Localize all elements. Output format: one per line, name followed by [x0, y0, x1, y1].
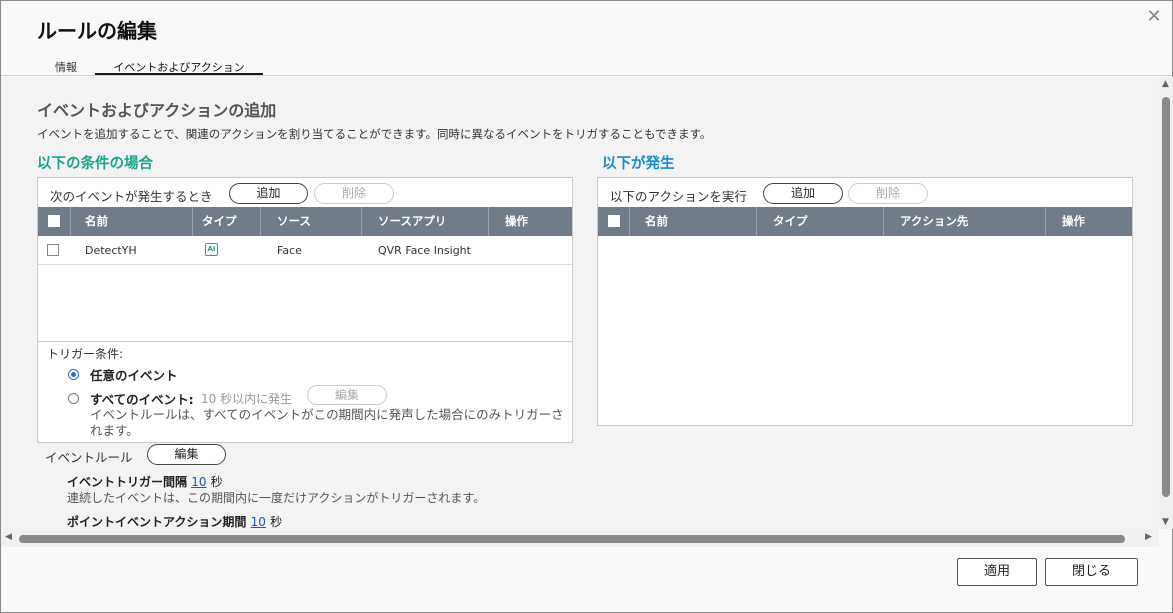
horizontal-scrollbar[interactable]: ◀ ▶: [1, 529, 1159, 547]
interval-value-link[interactable]: 10: [191, 475, 206, 489]
select-all-checkbox[interactable]: [48, 215, 60, 227]
actions-heading: 以下が発生: [602, 156, 675, 172]
column-operation: 操作: [505, 214, 528, 228]
interval-description: 連続したイベントは、この期間内に一度だけアクションがトリガーされます。: [67, 491, 486, 505]
tab-bar: 情報 イベントおよびアクション: [1, 57, 1172, 76]
actions-toolbar-label: 以下のアクションを実行: [610, 189, 747, 204]
any-event-radio[interactable]: [68, 369, 79, 380]
point-event-action-period: ポイントイベントアクション期間 10 秒: [67, 513, 282, 529]
point-value-link[interactable]: 10: [251, 515, 266, 529]
conditions-heading: 以下の条件の場合: [37, 156, 153, 172]
point-label: ポイントイベントアクション期間: [67, 515, 247, 529]
tab-info[interactable]: 情報: [55, 59, 77, 75]
column-source-app[interactable]: ソースアプリ: [362, 207, 489, 236]
interval-label: イベントトリガー間隔: [67, 475, 188, 489]
scroll-up-icon[interactable]: ▲: [1162, 79, 1169, 89]
content-area: イベントおよびアクションの追加 イベントを追加することで、関連のアクションを割り…: [1, 77, 1159, 529]
apply-button[interactable]: 適用: [957, 558, 1037, 586]
ai-type-icon: AI: [205, 243, 218, 256]
column-action-target[interactable]: アクション先: [884, 207, 1046, 236]
row-name: DetectYH: [85, 244, 137, 257]
delete-action-button[interactable]: 削除: [848, 183, 928, 204]
scroll-down-icon[interactable]: ▼: [1162, 517, 1169, 527]
column-action-name[interactable]: 名前: [630, 207, 757, 236]
horizontal-scroll-thumb[interactable]: [19, 535, 1125, 543]
all-events-label[interactable]: すべてのイベント:: [90, 389, 194, 408]
trigger-conditions: トリガー条件: 任意のイベント すべてのイベント: 10 秒以内に発生 編集 イ…: [38, 341, 572, 442]
conditions-table-header: 名前 タイプ ソース ソースアプリ 操作: [38, 207, 572, 236]
row-checkbox[interactable]: [47, 244, 59, 256]
actions-table-header: 名前 タイプ アクション先 操作: [598, 207, 1132, 236]
table-row[interactable]: DetectYH AI Face QVR Face Insight: [38, 236, 572, 265]
column-type[interactable]: タイプ: [193, 207, 261, 236]
conditions-toolbar-label: 次のイベントが発生するとき: [50, 189, 213, 204]
conditions-panel: 次のイベントが発生するとき 追加 削除 名前 タイプ ソース ソースアプリ 操作…: [37, 177, 573, 443]
event-trigger-interval: イベントトリガー間隔 10 秒: [67, 473, 223, 490]
close-button[interactable]: 閉じる: [1045, 558, 1138, 586]
scroll-left-icon[interactable]: ◀: [5, 532, 12, 542]
edit-rule-dialog: ルールの編集 ✕ 情報 イベントおよびアクション イベントおよびアクションの追加…: [0, 0, 1173, 613]
delete-event-button[interactable]: 削除: [314, 183, 394, 204]
column-source[interactable]: ソース: [261, 207, 362, 236]
add-event-button[interactable]: 追加: [229, 183, 308, 204]
all-events-hint: 10 秒以内に発生: [201, 392, 293, 406]
section-description: イベントを追加することで、関連のアクションを割り当てることができます。同時に異な…: [37, 127, 712, 141]
edit-trigger-button[interactable]: 編集: [307, 385, 387, 405]
column-action-type[interactable]: タイプ: [757, 207, 884, 236]
edit-event-rule-button[interactable]: 編集: [147, 444, 226, 465]
dialog-title: ルールの編集: [37, 19, 157, 43]
event-rule-label: イベントルール: [45, 450, 133, 465]
row-source-app: QVR Face Insight: [378, 244, 471, 257]
section-heading: イベントおよびアクションの追加: [37, 101, 277, 120]
column-action-operation: 操作: [1062, 214, 1085, 228]
vertical-scrollbar[interactable]: ▲ ▼: [1159, 77, 1173, 529]
actions-panel: 以下のアクションを実行 追加 削除 名前 タイプ アクション先 操作: [597, 177, 1133, 426]
scroll-right-icon[interactable]: ▶: [1145, 532, 1152, 542]
header-select-all-cell: [598, 207, 630, 236]
point-unit: 秒: [270, 515, 283, 529]
header-select-all-cell: [38, 207, 71, 236]
trigger-note: イベントルールは、すべてのイベントがこの期間内に発声した場合にのみトリガーされま…: [90, 407, 564, 438]
vertical-scroll-thumb[interactable]: [1162, 97, 1170, 497]
add-action-button[interactable]: 追加: [763, 183, 843, 204]
column-name[interactable]: 名前: [71, 207, 193, 236]
all-events-radio[interactable]: [68, 393, 79, 404]
any-event-label[interactable]: 任意のイベント: [90, 365, 178, 384]
row-source: Face: [277, 244, 302, 257]
trigger-label: トリガー条件:: [47, 347, 124, 361]
close-icon[interactable]: ✕: [1146, 8, 1162, 26]
interval-unit: 秒: [210, 475, 223, 489]
active-tab-indicator: [95, 73, 263, 75]
select-all-actions-checkbox[interactable]: [608, 215, 620, 227]
